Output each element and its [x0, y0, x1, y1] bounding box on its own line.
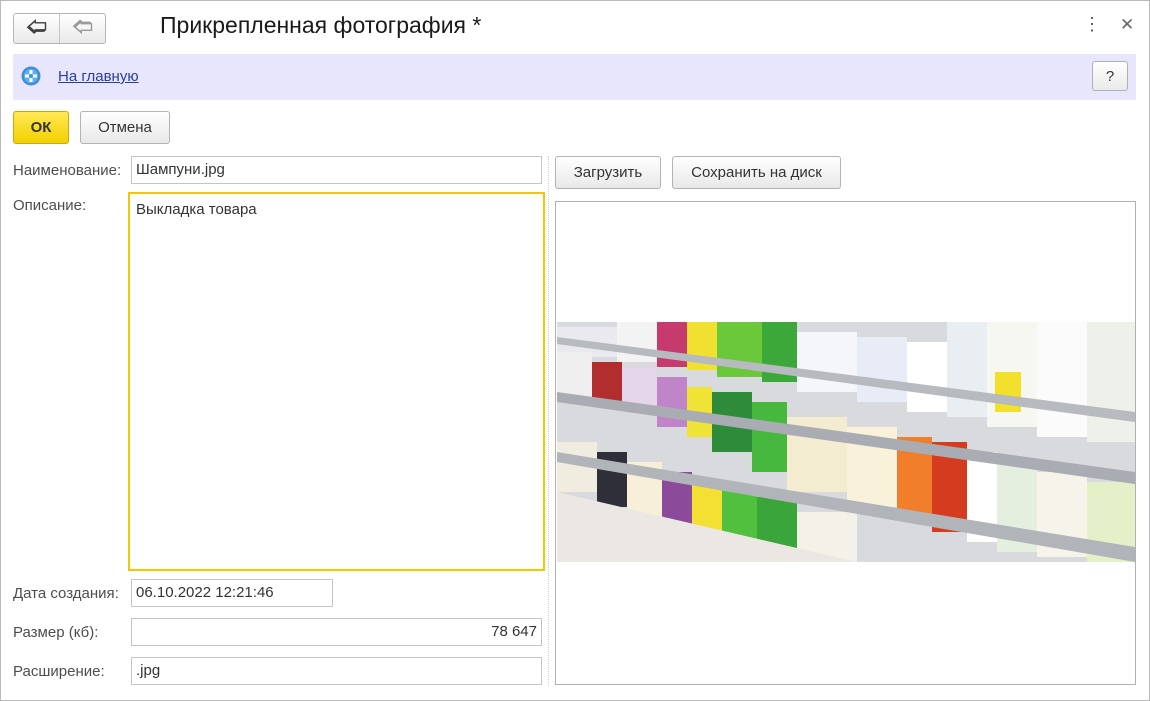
size-label: Размер (кб): — [13, 624, 99, 641]
date-label: Дата создания: — [13, 585, 119, 602]
load-button[interactable]: Загрузить — [555, 156, 661, 189]
more-vert-icon[interactable]: ⋮ — [1083, 15, 1101, 33]
photo-preview[interactable] — [555, 201, 1136, 685]
ok-button[interactable]: ОК — [13, 111, 69, 144]
arrow-right-icon: 🢢 — [72, 15, 93, 38]
close-icon[interactable]: ✕ — [1120, 16, 1134, 33]
cancel-button[interactable]: Отмена — [80, 111, 170, 144]
shelf-photo-image — [557, 322, 1135, 562]
description-label: Описание: — [13, 197, 87, 214]
name-label: Наименование: — [13, 162, 122, 179]
back-button[interactable]: 🢠 — [14, 14, 60, 43]
home-icon[interactable] — [21, 66, 41, 86]
name-field[interactable]: Шампуни.jpg — [131, 156, 542, 184]
help-button[interactable]: ? — [1092, 61, 1128, 91]
save-to-disk-button[interactable]: Сохранить на диск — [672, 156, 841, 189]
size-field[interactable]: 78 647 — [131, 618, 542, 646]
home-link[interactable]: На главную — [58, 68, 139, 85]
date-field[interactable]: 06.10.2022 12:21:46 — [131, 579, 333, 607]
forward-button[interactable]: 🢢 — [60, 14, 105, 43]
extension-label: Расширение: — [13, 663, 105, 680]
panel-divider[interactable] — [548, 156, 549, 686]
home-bar: На главную ? — [13, 54, 1136, 100]
extension-field[interactable]: .jpg — [131, 657, 542, 685]
navigation-buttons: 🢠 🢢 — [13, 13, 106, 44]
window-title: Прикрепленная фотография * — [160, 12, 482, 38]
description-field[interactable]: Выкладка товара — [128, 192, 545, 571]
arrow-left-icon: 🢠 — [26, 15, 47, 38]
